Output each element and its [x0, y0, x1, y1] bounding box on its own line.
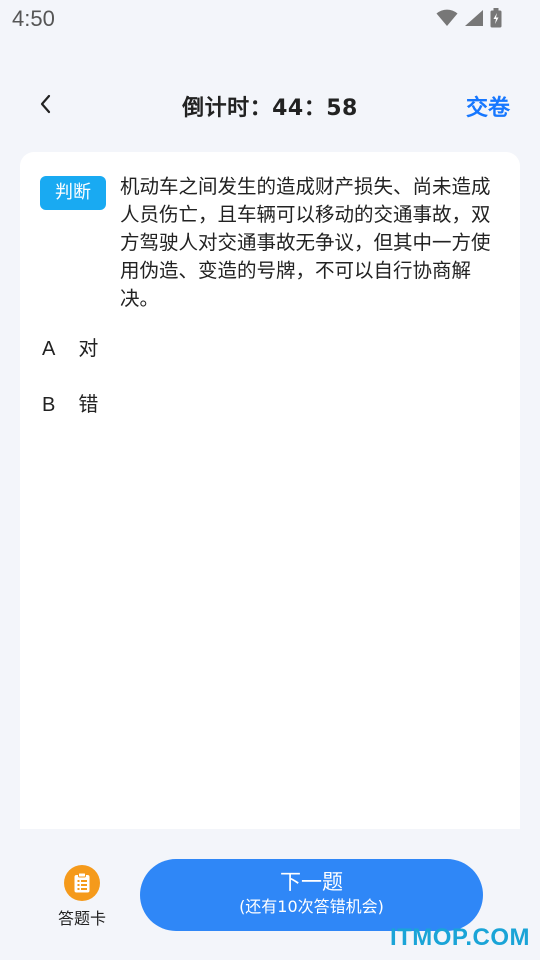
remaining-mistakes-label: (还有10次答错机会) [239, 897, 384, 916]
status-icons [436, 8, 502, 28]
bottom-bar: 答题卡 下一题 (还有10次答错机会) ITMOP.COM [0, 829, 540, 960]
option-letter: B [42, 394, 56, 416]
question-text: 机动车之间发生的造成财产损失、尚未造成人员伤亡，且车辆可以移动的交通事故，双方驾… [120, 175, 491, 310]
battery-icon [490, 8, 502, 28]
status-time: 4:50 [12, 6, 55, 31]
option-letter: A [42, 338, 56, 360]
next-question-button[interactable]: 下一题 (还有10次答错机会) [140, 859, 483, 931]
question-type-badge: 判断 [40, 176, 106, 210]
next-question-label: 下一题 [280, 870, 343, 894]
clipboard-icon [64, 865, 100, 901]
submit-exam-button[interactable]: 交卷 [466, 90, 510, 122]
option-text: 对 [78, 336, 99, 360]
wifi-icon [436, 9, 458, 27]
countdown-title: 倒计时：44：58 [182, 96, 358, 121]
answer-card-label: 答题卡 [57, 909, 106, 928]
question-card: 判断 机动车之间发生的造成财产损失、尚未造成人员伤亡，且车辆可以移动的交通事故，… [20, 152, 520, 829]
signal-icon [464, 9, 484, 27]
option-b[interactable]: B 错 [42, 384, 482, 424]
answer-card-button[interactable]: 答题卡 [48, 865, 116, 929]
header: 倒计时：44：58 交卷 [0, 78, 540, 134]
watermark: ITMOP.COM [389, 924, 530, 951]
option-a[interactable]: A 对 [42, 328, 482, 368]
option-text: 错 [78, 392, 99, 416]
status-bar: 4:50 [0, 0, 540, 38]
